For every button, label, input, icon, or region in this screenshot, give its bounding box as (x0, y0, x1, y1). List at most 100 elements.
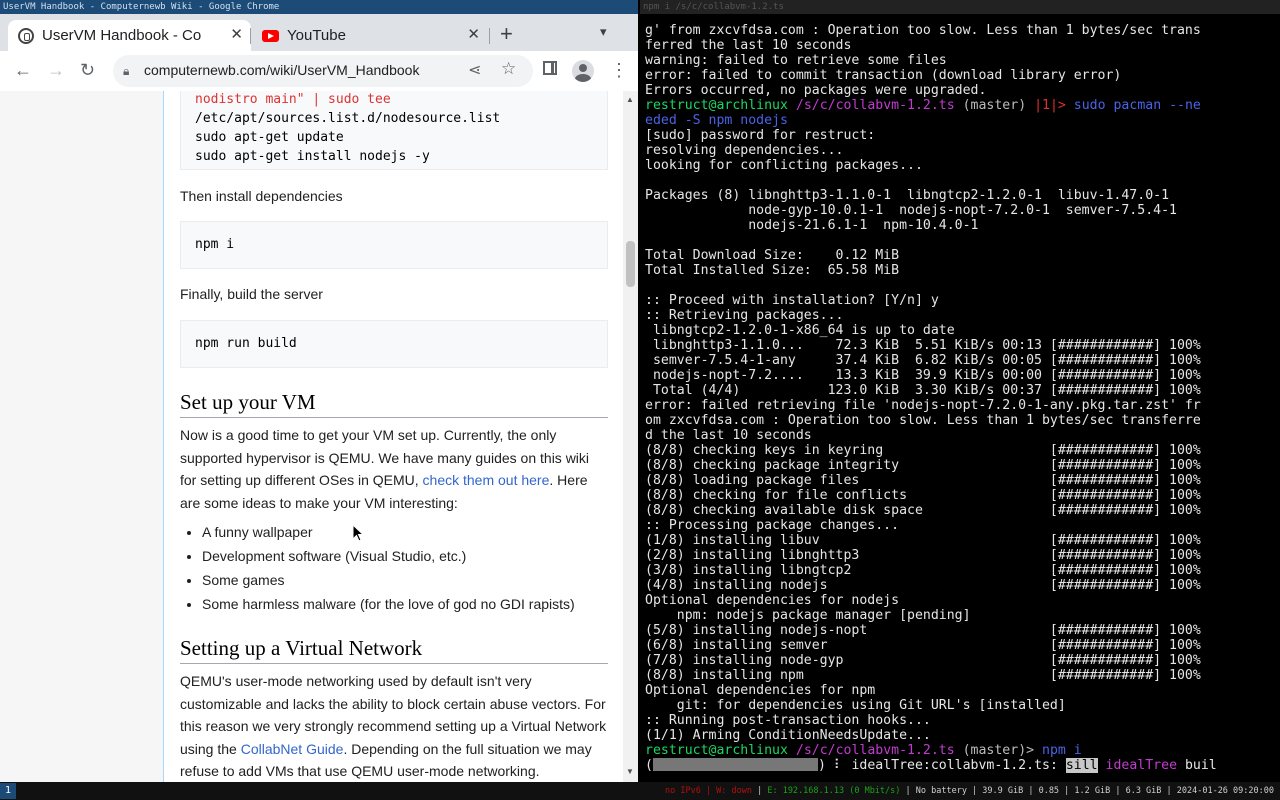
terminal-line: (3/8) installing libngtcp2 [############… (645, 563, 1201, 578)
site-info-icon[interactable]: 🔒︎ (123, 64, 129, 79)
scroll-down-arrow-icon[interactable]: ▼ (626, 767, 634, 776)
back-arrow-icon[interactable]: ← (14, 59, 32, 81)
close-tab-icon[interactable]: ✕ (230, 25, 243, 43)
code-block-npm-build: npm run build (180, 320, 608, 368)
close-tab-icon[interactable]: ✕ (467, 25, 480, 43)
terminal-line: (6/8) installing semver [############] 1… (645, 638, 1201, 653)
terminal-output: g' from zxcvfdsa.com : Operation too slo… (645, 23, 1217, 773)
scroll-up-arrow-icon[interactable]: ▲ (626, 95, 634, 104)
terminal-line: restruct@archlinux /s/c/collabvm-1.2.ts … (645, 743, 1217, 758)
terminal-line: Total (4/4) 123.0 KiB 3.30 KiB/s 00:37 [… (645, 383, 1201, 398)
status-items: no IPv6 | W: down | E: 192.168.1.13 (0 M… (664, 786, 1274, 796)
code-line: nodistro main" | sudo tee (195, 92, 391, 107)
tab-separator (489, 28, 490, 44)
terminal-line: :: Retrieving packages... (645, 308, 844, 323)
prompt-path: /s/c/collabvm-1.2.ts (795, 743, 955, 758)
terminal-line: error: failed to commit transaction (dow… (645, 68, 1122, 83)
list-item: A funny wallpaper (202, 522, 622, 546)
heading-set-up-vm: Set up your VM (180, 390, 608, 418)
system-status: No battery | 39.9 GiB | 0.85 | 1.2 GiB |… (915, 786, 1274, 796)
terminal-line: nodejs-nopt-7.2.... 13.3 KiB 39.9 KiB/s … (645, 368, 1201, 383)
code-block-npm-i: npm i (180, 221, 608, 269)
scrollbar-thumb[interactable] (626, 241, 635, 287)
terminal-line: Optional dependencies for npm (645, 683, 876, 698)
side-panel-icon[interactable] (543, 61, 557, 75)
vertical-scrollbar[interactable]: ▲ ▼ (623, 91, 638, 782)
code-block-nodesource: nodistro main" | sudo tee /etc/apt/sourc… (180, 91, 608, 170)
prompt-branch: (master) (954, 98, 1035, 113)
terminal-line: (2/8) installing libnghttp3 [###########… (645, 548, 1201, 563)
terminal-line: node-gyp-10.0.1-1 nodejs-nopt-7.2.0-1 se… (645, 203, 1177, 218)
profile-avatar-icon[interactable] (572, 60, 594, 82)
address-bar[interactable]: 🔒︎ computernewb.com/wiki/UserVM_Handbook… (113, 55, 533, 87)
tab-strip: UserVM Handbook - Com ✕ YouTube ✕ + ▾ (0, 14, 638, 51)
prompt-user: restruct@archlinux (645, 98, 788, 113)
code-line: npm i (195, 237, 235, 252)
list-item: Development software (Visual Studio, etc… (202, 546, 622, 570)
terminal-line: (8/8) checking keys in keyring [########… (645, 443, 1201, 458)
code-line: sudo apt-get install nodejs -y (195, 149, 430, 164)
progress-bracket: ) (817, 758, 834, 773)
terminal-line: warning: failed to retrieve some files (645, 53, 947, 68)
wiki-favicon-icon (18, 27, 34, 44)
terminal-line: :: Running post-transaction hooks... (645, 713, 931, 728)
page-viewport: nodistro main" | sudo tee /etc/apt/sourc… (0, 91, 638, 782)
prompt-path: /s/c/collabvm-1.2.ts (795, 98, 955, 113)
terminal-line: d the last 10 seconds (645, 428, 812, 443)
kebab-menu-icon[interactable]: ⋮ (610, 60, 628, 81)
terminal-line: (8/8) checking package integrity [######… (645, 458, 1201, 473)
terminal-line: ferred the last 10 seconds (645, 38, 852, 53)
log-level-badge: sill (1065, 758, 1098, 773)
prompt-command: eded -S npm nodejs (645, 113, 788, 128)
url-text: computernewb.com/wiki/UserVM_Handbook (144, 62, 420, 78)
terminal-line: (7/8) installing node-gyp [############]… (645, 653, 1201, 668)
forward-arrow-icon[interactable]: → (47, 59, 65, 81)
terminal-line: (8/8) checking for file conflicts [#####… (645, 488, 1201, 503)
tab-userv-handbook[interactable]: UserVM Handbook - Com ✕ (8, 20, 251, 51)
list-item: Some harmless malware (for the love of g… (202, 594, 622, 618)
tab-search-chevron-icon[interactable]: ▾ (600, 24, 607, 40)
terminal-line: g' from zxcvfdsa.com : Operation too slo… (645, 23, 1201, 38)
collabnet-guide-link[interactable]: CollabNet Guide (241, 741, 344, 757)
prompt-command: sudo pacman --ne (1073, 98, 1201, 113)
npm-progress-bar (652, 758, 818, 771)
terminal-line: :: Processing package changes... (645, 518, 900, 533)
browser-window: UserVM Handbook - Computernewb Wiki - Go… (0, 0, 638, 782)
tab-youtube[interactable]: YouTube ✕ (252, 20, 488, 51)
terminal-line: resolving dependencies... (645, 143, 844, 158)
paragraph-setup-vm: Now is a good time to get your VM set up… (180, 424, 600, 514)
terminal-line: git: for dependencies using Git URL's [i… (645, 698, 1066, 713)
new-tab-button[interactable]: + (500, 23, 513, 45)
terminal-line: Errors occurred, no packages were upgrad… (645, 83, 987, 98)
terminal-line: (8/8) loading package files [###########… (645, 473, 1201, 488)
paragraph-virtual-network: QEMU's user-mode networking used by defa… (180, 670, 608, 782)
prompt-command: npm i (1042, 743, 1082, 758)
progress-text: buil (1177, 758, 1217, 773)
wiki-article: nodistro main" | sudo tee /etc/apt/sourc… (163, 91, 624, 782)
terminal-line: (5/8) installing nodejs-nopt [##########… (645, 623, 1201, 638)
terminal-window[interactable]: npm i /s/c/collabvm-1.2.ts g' from zxcvf… (640, 0, 1280, 782)
terminal-line: (8/8) installing npm [############] 100% (645, 668, 1201, 683)
prompt-user: restruct@archlinux (645, 743, 788, 758)
youtube-favicon-icon (262, 29, 279, 42)
workspace-button[interactable]: 1 (0, 783, 16, 799)
check-them-out-link[interactable]: check them out here (423, 472, 550, 488)
browser-window-title: UserVM Handbook - Computernewb Wiki - Go… (0, 0, 638, 14)
tab-title: YouTube (287, 27, 346, 44)
terminal-line: nodejs-21.6.1-1 npm-10.4.0-1 (645, 218, 979, 233)
tab-title: UserVM Handbook - Com (42, 27, 202, 44)
reload-icon[interactable]: ↻ (80, 59, 95, 81)
bookmark-star-icon[interactable]: ☆ (501, 59, 516, 79)
terminal-line: npm: nodejs package manager [pending] (645, 608, 971, 623)
share-icon[interactable]: ⋖ (468, 60, 481, 80)
network-status-down: no IPv6 | W: down (664, 786, 752, 796)
terminal-line: :: Proceed with installation? [Y/n] y (645, 293, 939, 308)
progress-stage: idealTree (1105, 758, 1178, 773)
list-item: Some games (202, 570, 622, 594)
